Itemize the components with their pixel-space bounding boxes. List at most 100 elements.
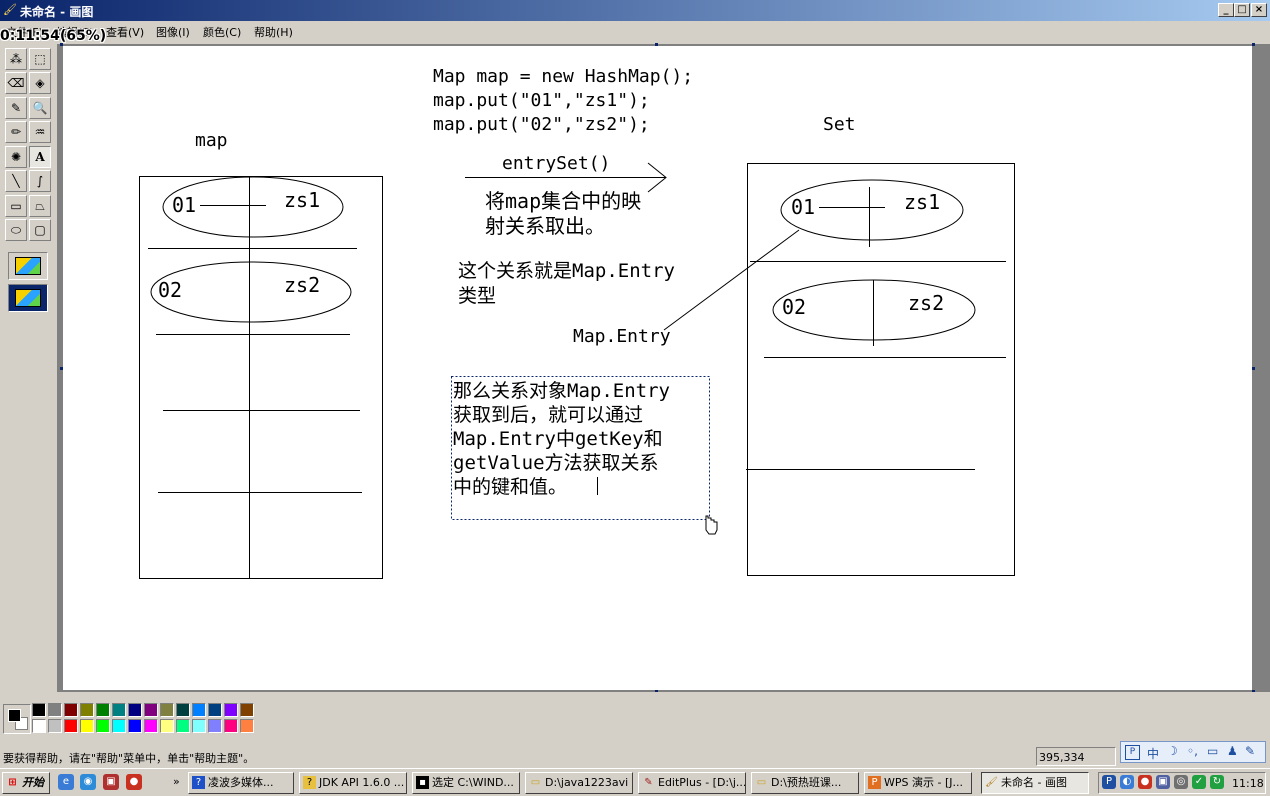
ime-user-icon[interactable]: ♟ [1227,744,1238,758]
palette-swatch[interactable] [96,703,110,717]
palette-swatch[interactable] [80,719,94,733]
curve-tool[interactable]: ∫ [29,170,51,192]
palette-swatch[interactable] [96,719,110,733]
task-lingbo[interactable]: ? 凌波多媒体... [188,772,294,794]
palette-swatch[interactable] [112,703,126,717]
text-opaque-option[interactable] [8,252,48,280]
color-picker-tool[interactable]: ✎ [5,97,27,119]
palette-swatch[interactable] [128,703,142,717]
resize-handle[interactable] [60,43,63,46]
ime-logo-icon[interactable]: P [1125,745,1140,760]
ime-settings-icon[interactable]: ✎ [1245,744,1255,758]
task-folder-course[interactable]: ▭ D:\预热班课... [751,772,859,794]
task-folder-java[interactable]: ▭ D:\java1223avi [525,772,633,794]
ime-halfwidth-icon[interactable]: ☽ [1167,744,1178,758]
text-transparent-option[interactable] [8,284,48,312]
palette-swatch[interactable] [176,719,190,733]
task-wps[interactable]: P WPS 演示 - [J... [864,772,972,794]
tray-record-icon[interactable]: ● [1138,775,1152,789]
title-bar[interactable]: 🖌 未命名 - 画图 _ □ × [0,0,1270,21]
quicklaunch-player-icon[interactable]: ● [126,774,142,790]
palette-swatch[interactable] [192,719,206,733]
palette-swatch[interactable] [208,719,222,733]
quicklaunch-app-icon[interactable]: ▣ [103,774,119,790]
palette-swatch[interactable] [48,703,62,717]
quicklaunch-desktop-icon[interactable]: ◉ [80,774,96,790]
minimize-button[interactable]: _ [1218,3,1234,17]
current-colors[interactable] [3,704,31,734]
eraser-tool[interactable]: ⌫ [5,72,27,94]
resize-handle[interactable] [655,43,658,46]
quicklaunch-ie-icon[interactable]: e [58,774,74,790]
tray-network-icon[interactable]: ◐ [1120,775,1134,789]
menu-view[interactable]: 查看(V) [106,24,144,40]
palette-swatch[interactable] [224,703,238,717]
ellipse-tool[interactable]: ⬭ [5,219,27,241]
palette-swatch[interactable] [240,703,254,717]
palette-swatch[interactable] [64,719,78,733]
tray-ime-icon[interactable]: P [1102,775,1116,789]
close-button[interactable]: × [1251,3,1267,17]
free-select-tool[interactable]: ⁂ [5,48,27,70]
rectangle-tool[interactable]: ▭ [5,195,27,217]
palette-swatch[interactable] [192,703,206,717]
resize-handle[interactable] [60,367,63,370]
menu-colors[interactable]: 颜色(C) [203,24,241,40]
ime-keyboard-icon[interactable]: ▭ [1207,744,1218,758]
palette-swatch[interactable] [160,719,174,733]
task-label: D:\预热班课... [771,776,842,789]
resize-handle[interactable] [1252,367,1255,370]
tray-monitor-icon[interactable]: ▣ [1156,775,1170,789]
ime-punct-icon[interactable]: ◦, [1187,744,1198,758]
airbrush-tool[interactable]: ✺ [5,146,27,168]
palette-swatch[interactable] [112,719,126,733]
palette-swatch[interactable] [240,719,254,733]
fill-tool[interactable]: ◈ [29,72,51,94]
palette-swatch[interactable] [208,703,222,717]
map-val-zs2: zs2 [284,273,321,297]
task-label: 未命名 - 画图 [1001,776,1067,789]
text-tool[interactable]: A [29,146,51,168]
task-editplus[interactable]: ✎ EditPlus - [D:\j... [638,772,746,794]
quicklaunch-more-icon[interactable]: » [173,775,180,788]
drawing-canvas[interactable]: Map map = new HashMap(); map.put("01","z… [60,43,1255,693]
palette-swatch[interactable] [144,703,158,717]
task-cmd[interactable]: ▪ 选定 C:\WIND... [412,772,520,794]
menu-help[interactable]: 帮助(H) [254,24,293,40]
palette-swatch[interactable] [128,719,142,733]
brush-tool[interactable]: ♒ [29,121,51,143]
palette-swatch[interactable] [64,703,78,717]
code-line-2: map.put("01","zs1"); [433,90,650,111]
ime-toolbar[interactable]: P 中 ☽ ◦, ▭ ♟ ✎ [1120,741,1266,763]
palette-swatch[interactable] [48,719,62,733]
editplus-icon: ✎ [644,777,653,788]
palette-swatch[interactable] [224,719,238,733]
tray-update-icon[interactable]: ↻ [1210,775,1224,789]
palette-swatch[interactable] [32,719,46,733]
note3-text[interactable]: 那么关系对象Map.Entry 获取到后，就可以通过 Map.Entry中get… [453,379,670,499]
palette-swatch[interactable] [160,703,174,717]
polygon-tool[interactable]: ⏢ [29,195,51,217]
ime-mode[interactable]: 中 [1147,745,1159,762]
line-tool[interactable]: ╲ [5,170,27,192]
palette-swatch[interactable] [32,703,46,717]
palette-swatch[interactable] [80,703,94,717]
palette-swatch[interactable] [144,719,158,733]
task-label: JDK API 1.6.0 ... [319,776,405,789]
tray-shield-icon[interactable]: ✓ [1192,775,1206,789]
resize-handle[interactable] [1252,43,1255,46]
maximize-button[interactable]: □ [1234,3,1250,17]
folder-icon: ▭ [756,777,767,788]
palette-swatch[interactable] [176,703,190,717]
pencil-tool[interactable]: ✏ [5,121,27,143]
rect-select-tool[interactable]: ⬚ [29,48,51,70]
task-paint[interactable]: 🖌 未命名 - 画图 [981,772,1089,794]
start-button[interactable]: ⊞ 开始 [2,772,50,794]
set-key-02: 02 [782,295,807,319]
menu-image[interactable]: 图像(I) [156,24,190,40]
clock[interactable]: 11:18 [1232,777,1264,790]
task-jdk-api[interactable]: ? JDK API 1.6.0 ... [299,772,407,794]
magnifier-tool[interactable]: 🔍 [29,97,51,119]
tray-volume-icon[interactable]: ◎ [1174,775,1188,789]
rounded-rect-tool[interactable]: ▢ [29,219,51,241]
